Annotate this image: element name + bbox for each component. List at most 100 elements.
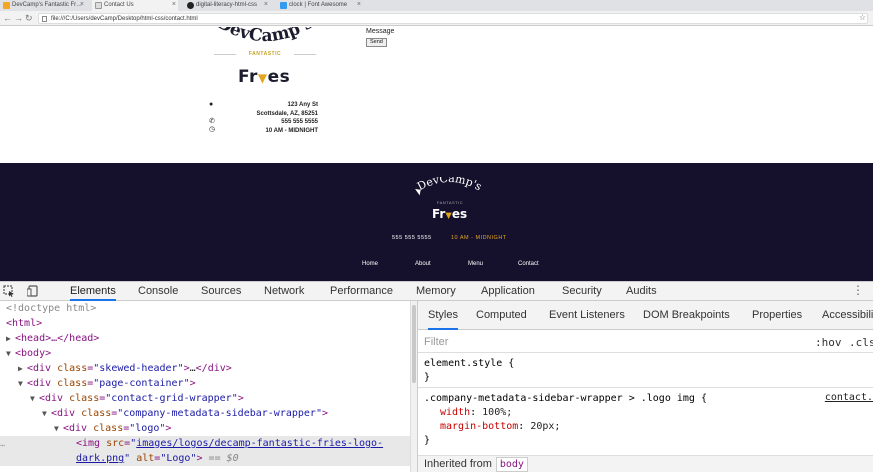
img-src-link-cont[interactable]: dark.png [76,453,124,464]
tab-contact-us[interactable]: Contact Us × [92,0,178,11]
message-label: Message [366,28,395,35]
dom-node-div-contact-grid[interactable]: ▼ <div class="contact-grid-wrapper"> [0,391,410,406]
dom-node-img-selected[interactable]: <img src="images/logos/decamp-fantastic-… [0,436,410,451]
css-rule-close: } [424,435,431,446]
tab-dom-breakpoints[interactable]: DOM Breakpoints [643,301,730,330]
element-style-rule[interactable]: element.style { [424,357,514,371]
collapse-arrow-icon[interactable]: ▼ [6,346,15,361]
collapse-arrow-icon[interactable]: ▼ [30,391,39,406]
collapse-arrow-icon[interactable]: ▼ [42,406,51,421]
prop-value[interactable]: 20px; [530,421,560,432]
url-input[interactable]: file:///C:/Users/devCamp/Desktop/html-cs… [38,13,868,24]
tab-computed[interactable]: Computed [476,301,527,330]
dom-scrollbar[interactable] [410,301,417,472]
css-prop-margin-bottom[interactable]: margin-bottom: 20px; [440,420,560,434]
tab-application[interactable]: Application [481,282,535,301]
divider [214,54,236,55]
footer-brand-main: Fr▼es [432,207,468,221]
font-awesome-icon [280,2,287,9]
devtools-toolbar: Elements Console Sources Network Perform… [0,281,873,301]
device-toggle-icon[interactable] [27,285,39,297]
dom-node-head[interactable]: ▶ <head>…</head> [0,331,410,346]
css-rule-selector[interactable]: .company-metadata-sidebar-wrapper > .log… [424,392,707,406]
filter-input[interactable]: Filter [424,336,448,348]
tab-performance[interactable]: Performance [330,282,393,301]
tab-event-listeners[interactable]: Event Listeners [549,301,625,330]
tab-font-awesome[interactable]: clock | Font Awesome × [277,0,363,11]
tab-elements[interactable]: Elements [70,282,116,301]
reload-icon[interactable]: ↻ [25,12,33,25]
dom-node-html[interactable]: <html> [0,316,410,331]
footer-nav-menu[interactable]: Menu [468,261,483,267]
close-icon[interactable]: × [172,0,176,10]
dom-node-div-page-container[interactable]: ▼ <div class="page-container"> [0,376,410,391]
page-info-icon[interactable] [42,16,47,22]
prop-name: width [440,407,471,418]
tab-devcamp[interactable]: DevCamp's Fantastic Fr… × [0,0,86,11]
expand-arrow-icon[interactable]: ▶ [18,361,27,376]
tab-console[interactable]: Console [138,282,178,301]
forward-icon[interactable]: → [14,12,23,25]
rule-divider [418,387,873,388]
tab-properties[interactable]: Properties [752,301,802,330]
dom-node-img-selected-cont[interactable]: dark.png" alt="Logo"> == $0 [0,451,410,466]
dom-node-div-skewed-header[interactable]: ▶ <div class="skewed-header">…</div> [0,361,410,376]
close-icon[interactable]: × [357,0,361,10]
more-options-icon[interactable]: ⋮ [852,283,864,297]
class-value: company-metadata-sidebar-wrapper [123,408,316,419]
back-icon[interactable]: ← [3,12,12,25]
tab-styles[interactable]: Styles [428,301,458,330]
inspect-element-icon[interactable] [3,285,15,297]
rule-selector-text: .company-metadata-sidebar-wrapper > .log… [424,393,707,404]
file-icon [95,2,102,9]
tab-audits[interactable]: Audits [626,282,657,301]
brand-arc-text: DevCamp's [213,27,316,46]
tab-accessibility[interactable]: Accessibili [822,301,873,330]
footer-nav-about[interactable]: About [415,261,431,267]
css-prop-width[interactable]: width: 100%; [440,406,512,420]
footer-nav-home[interactable]: Home [362,261,378,267]
img-src-link[interactable]: images/logos/decamp-fantastic-fries-logo… [136,438,383,449]
tab-security[interactable]: Security [562,282,602,301]
prop-value[interactable]: 100%; [482,407,512,418]
body-tag: <body> [15,348,52,359]
tab-memory[interactable]: Memory [416,282,456,301]
map-marker-icon: ● [209,101,214,108]
svg-text:DevCamp's: DevCamp's [415,177,484,193]
hov-toggle[interactable]: :hov [815,336,842,349]
tab-sources[interactable]: Sources [201,282,241,301]
tab-strip: DevCamp's Fantastic Fr… × Contact Us × d… [0,0,873,11]
element-style-close: } [424,372,431,383]
footer-nav-contact[interactable]: Contact [518,261,539,267]
site-footer: DevCamp's FANTASTIC Fr▼es 555 555 5555 1… [0,163,873,281]
address-bar: ← → ↻ file:///C:/Users/devCamp/Desktop/h… [0,11,873,26]
dom-node-div-sidebar-wrapper[interactable]: ▼ <div class="company-metadata-sidebar-wr… [0,406,410,421]
rule-source-link[interactable]: contact. [825,392,873,403]
scroll-thumb[interactable] [412,305,416,383]
element-style-selector: element.style { [424,358,515,369]
expand-arrow-icon[interactable]: ▶ [6,331,15,346]
tab-label: clock | Font Awesome [289,2,348,8]
dom-node-doctype[interactable]: <!doctype html> [0,301,410,316]
ellipsis-icon: ⋯ [0,441,5,450]
inherited-label: Inherited from [424,458,492,470]
footer-logo-arc: DevCamp's [415,177,484,193]
fry-icon: ▼ [257,71,268,85]
cls-toggle[interactable]: .cls [849,336,873,349]
tab-network[interactable]: Network [264,282,304,301]
close-icon[interactable]: × [80,0,84,10]
send-button[interactable]: Send [366,38,387,47]
dom-node-div-logo[interactable]: ▼ <div class="logo"> [0,421,410,436]
tab-label: DevCamp's Fantastic Fr… [12,2,83,8]
collapse-arrow-icon[interactable]: ▼ [54,421,63,436]
tab-github[interactable]: digital-literacy-html-css × [184,0,270,11]
img-alt-value: Logo [166,453,191,464]
address-city: Scottsdale, AZ, 85251 [256,111,318,117]
styles-tabs: Styles Computed Event Listeners DOM Brea… [418,301,873,330]
collapse-arrow-icon[interactable]: ▼ [18,376,27,391]
dom-node-body[interactable]: ▼ <body> [0,346,410,361]
bookmark-star-icon[interactable]: ☆ [859,12,866,24]
inherited-body-tag[interactable]: body [495,457,528,472]
close-icon[interactable]: × [264,0,268,10]
phone-icon: ✆ [209,118,215,125]
